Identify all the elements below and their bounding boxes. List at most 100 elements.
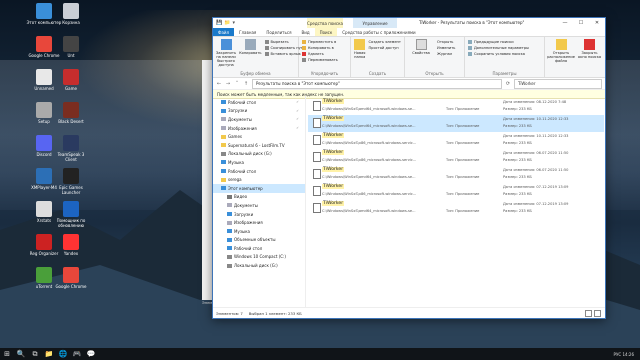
open-button[interactable]: Открыть [437, 39, 455, 44]
result-item[interactable]: TiWorker C:\Windows\WinSxS\amd64_microsof… [308, 98, 604, 115]
result-item[interactable]: TiWorker C:\Windows\WinSxS\amd64_microsof… [308, 115, 604, 132]
tab-home[interactable]: Главная [234, 28, 261, 36]
taskbar-explorer-icon[interactable]: 📁 [42, 348, 56, 360]
nav-item[interactable]: Музыка [213, 158, 305, 167]
address-path: Результаты поиска в "Этот компьютер" [256, 81, 340, 86]
result-path: C:\Windows\WinSxS\x86_microsoft-windows-… [322, 158, 417, 162]
nav-item[interactable]: Рабочий стол [213, 167, 305, 176]
result-name: TiWorker [322, 133, 345, 138]
copy-to-button[interactable]: Копировать в [302, 45, 338, 50]
edit-button[interactable]: Изменить [437, 45, 455, 50]
search-icon[interactable]: 🔍 [14, 348, 28, 360]
desktop-icon[interactable]: Game [53, 69, 89, 91]
desktop-icon[interactable]: Epic Games Launcher [53, 168, 89, 195]
nav-item[interactable]: Видео [213, 193, 305, 202]
tab-file[interactable]: Файл [213, 28, 235, 36]
advanced-options-button[interactable]: Дополнительные параметры [468, 45, 529, 50]
options-icon [468, 45, 472, 50]
app-icon [36, 201, 52, 217]
properties-button[interactable]: Свойства [408, 39, 434, 75]
pin-button[interactable]: Закрепить на панели быстрого доступа [216, 39, 236, 75]
minimize-button[interactable]: — [557, 18, 573, 28]
tab-search[interactable]: Поиск [314, 28, 338, 36]
back-arrow-icon[interactable]: ← [216, 81, 222, 87]
app-icon [36, 36, 52, 52]
refresh-icon[interactable]: ⟳ [505, 81, 511, 87]
tab-share[interactable]: Поделиться [261, 28, 296, 36]
nav-item[interactable]: Документы ✓ [213, 115, 305, 124]
nav-item[interactable]: serega [213, 175, 305, 184]
easy-access-button[interactable]: Простой доступ [368, 45, 401, 50]
result-path: C:\Windows\WinSxS\x86_microsoft-windows-… [322, 192, 417, 196]
nav-item[interactable]: Загрузки [213, 210, 305, 219]
forward-arrow-icon[interactable]: → [225, 81, 231, 87]
nav-item[interactable]: Документы [213, 201, 305, 210]
folder-icon [227, 237, 232, 242]
result-item[interactable]: TiWorker C:\Windows\WinSxS\x86_microsoft-… [308, 132, 604, 149]
nav-item[interactable]: Музыка [213, 227, 305, 236]
nav-item-label: Документы [228, 116, 252, 122]
chevron-down-icon[interactable]: ▾ [232, 20, 235, 26]
close-button[interactable]: ✕ [589, 18, 605, 28]
history-button[interactable]: Журнал [437, 51, 455, 56]
nav-item[interactable]: Изображения ✓ [213, 124, 305, 133]
nav-item[interactable]: Изображения [213, 218, 305, 227]
nav-item[interactable]: Локальный диск (G:) [213, 261, 305, 270]
result-name: TiWorker [322, 201, 345, 206]
search-input[interactable]: TiWorker [514, 78, 602, 89]
nav-item[interactable]: Рабочий стол ✓ [213, 98, 305, 107]
delete-icon [302, 51, 306, 56]
result-date: Дата изменения: 06.07.2020 11:50 [503, 168, 569, 172]
start-button[interactable]: ⊞ [0, 348, 14, 360]
save-icon[interactable]: 💾 [216, 20, 222, 26]
result-name: TiWorker [322, 150, 345, 155]
nav-item[interactable]: Windows 10 Compact (C:) [213, 253, 305, 262]
delete-button[interactable]: Удалить [302, 51, 338, 56]
desktop-icon[interactable]: Black Desert [53, 102, 89, 124]
save-search-button[interactable]: Сохранить условия поиска [468, 51, 529, 56]
open-location-button[interactable]: Открыть расположение файла [547, 39, 575, 75]
organize-group-label: Упорядочить [310, 71, 339, 76]
nav-item[interactable]: Объемные объекты [213, 236, 305, 245]
result-item[interactable]: TiWorker C:\Windows\WinSxS\x86_microsoft-… [308, 183, 604, 200]
task-view-icon[interactable]: ⧉ [28, 348, 42, 360]
tab-app-tools[interactable]: Средства работы с приложениями [337, 28, 420, 36]
nav-item[interactable]: Supernatural 6 - LostFilm.TV [213, 141, 305, 150]
taskbar-chat-icon[interactable]: 💬 [84, 348, 98, 360]
recent-searches-button[interactable]: Предыдущие поиски [468, 39, 529, 44]
nav-item[interactable]: Этот компьютер [213, 183, 305, 193]
recent-chevron-icon[interactable]: ˅ [234, 81, 240, 87]
desktop-icon[interactable]: TeamSpeak 3 Client [53, 135, 89, 162]
result-item[interactable]: TiWorker C:\Windows\WinSxS\amd64_microsof… [308, 200, 604, 217]
nav-item[interactable]: Загрузки ✓ [213, 107, 305, 116]
tab-view[interactable]: Вид [296, 28, 314, 36]
close-search-button[interactable]: Закрыть окно поиска [577, 39, 602, 75]
result-item[interactable]: TiWorker C:\Windows\WinSxS\amd64_microsof… [308, 166, 604, 183]
rename-button[interactable]: Переименовать [302, 57, 338, 62]
result-item[interactable]: TiWorker C:\Windows\WinSxS\x86_microsoft-… [308, 149, 604, 166]
desktop-icon[interactable]: Google Chrome [53, 267, 89, 289]
desktop-icon[interactable]: Помощник по обновлению [53, 201, 89, 228]
taskbar-game-icon[interactable]: 🎮 [70, 348, 84, 360]
application-file-icon [313, 203, 321, 213]
new-folder-button[interactable]: Новая папка [354, 39, 365, 75]
desktop-icon[interactable]: Yandex [53, 234, 89, 256]
system-tray[interactable]: РУС 14:26 [614, 352, 640, 357]
nav-item[interactable]: Рабочий стол [213, 244, 305, 253]
move-to-button[interactable]: Переместить в [302, 39, 338, 44]
desktop-icon[interactable]: Unt [53, 36, 89, 58]
desktop-icon[interactable]: Корзина [53, 3, 89, 25]
tiles-view-icon[interactable] [594, 309, 601, 317]
nav-item[interactable]: Локальный диск (G:) [213, 150, 305, 159]
maximize-button[interactable]: ☐ [573, 18, 589, 28]
folder-icon[interactable]: 📁 [224, 20, 230, 26]
address-bar[interactable]: Результаты поиска в "Этот компьютер" [252, 78, 502, 89]
nav-item[interactable]: Games [213, 132, 305, 141]
app-icon [63, 36, 79, 52]
new-item-button[interactable]: Создать элемент [368, 39, 401, 44]
taskbar-browser-icon[interactable]: 🌐 [56, 348, 70, 360]
up-arrow-icon[interactable]: ↑ [243, 81, 249, 87]
copy-button[interactable]: Копировать [239, 39, 262, 75]
details-view-icon[interactable] [585, 309, 592, 317]
desktop-icon-label: Epic Games Launcher [59, 185, 83, 195]
